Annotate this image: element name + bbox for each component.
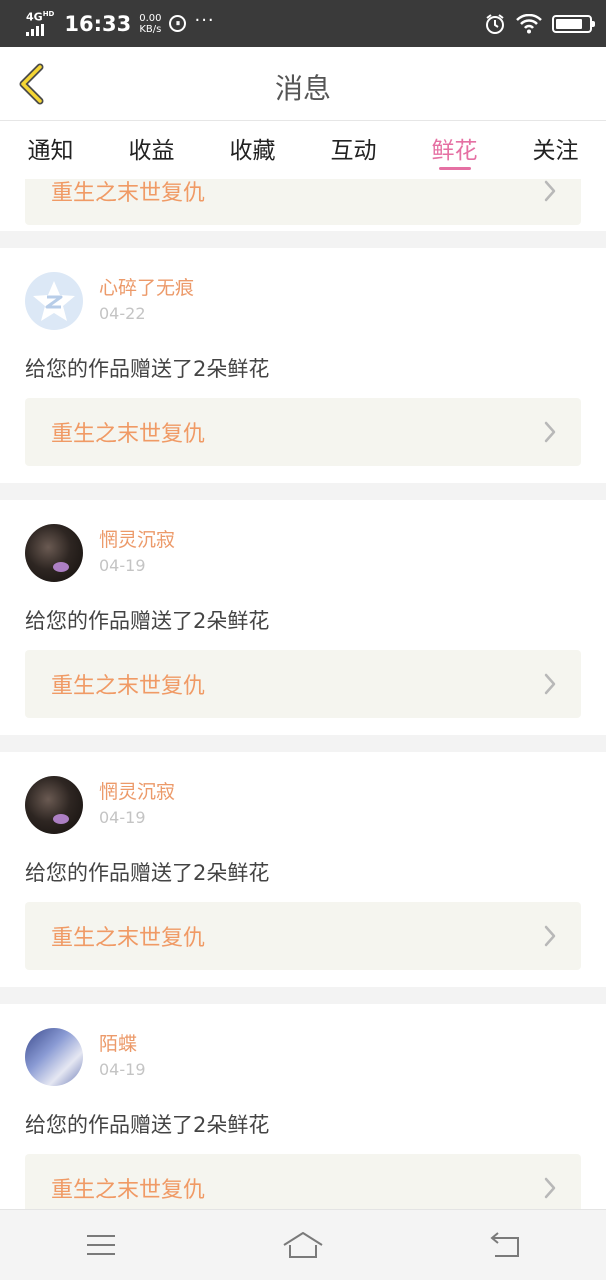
message-date: 04-22 xyxy=(99,304,146,323)
avatar[interactable] xyxy=(25,272,83,330)
battery-icon xyxy=(552,14,595,33)
signal-icon: 4GHD xyxy=(26,11,54,36)
wifi-icon xyxy=(516,13,542,33)
more-notifications-icon: ··· xyxy=(194,9,215,31)
message-date: 04-19 xyxy=(99,808,146,827)
data-saver-icon: ⏸ xyxy=(169,15,187,32)
book-title: 重生之末世复仇 xyxy=(51,1178,206,1203)
message-list[interactable]: 重生之末世复仇 心碎了无痕 04-22 给您的作品赠送了2朵鲜花 重生之末世复仇… xyxy=(0,179,606,1209)
book-title: 重生之末世复仇 xyxy=(51,926,206,951)
username[interactable]: 心碎了无痕 xyxy=(99,276,194,300)
list-item: 惘灵沉寂 04-19 给您的作品赠送了2朵鲜花 重生之末世复仇 xyxy=(0,500,606,735)
back-button[interactable] xyxy=(475,1225,535,1265)
header: 消息 xyxy=(0,47,606,121)
tab-favorites[interactable]: 收藏 xyxy=(202,121,303,179)
list-item: 惘灵沉寂 04-19 给您的作品赠送了2朵鲜花 重生之末世复仇 xyxy=(0,752,606,987)
book-link[interactable]: 重生之末世复仇 xyxy=(25,179,581,225)
tab-follows[interactable]: 关注 xyxy=(505,121,606,179)
message-date: 04-19 xyxy=(99,556,146,575)
chevron-right-icon xyxy=(544,925,556,947)
list-item: 重生之末世复仇 xyxy=(0,179,606,231)
username[interactable]: 陌蝶 xyxy=(99,1032,146,1056)
avatar[interactable] xyxy=(25,524,83,582)
book-title: 重生之末世复仇 xyxy=(51,181,206,206)
qq-star-icon xyxy=(33,281,75,321)
book-title: 重生之末世复仇 xyxy=(51,674,206,699)
tab-bar: 通知 收益 收藏 互动 鲜花 关注 xyxy=(0,121,606,179)
chevron-right-icon xyxy=(544,421,556,443)
page-title: 消息 xyxy=(274,72,331,105)
username[interactable]: 惘灵沉寂 xyxy=(99,528,175,552)
book-link[interactable]: 重生之末世复仇 xyxy=(25,650,581,718)
system-nav-bar xyxy=(0,1209,606,1280)
tab-notifications[interactable]: 通知 xyxy=(0,121,101,179)
username[interactable]: 惘灵沉寂 xyxy=(99,780,175,804)
menu-icon xyxy=(87,1235,115,1255)
message-text: 给您的作品赠送了2朵鲜花 xyxy=(25,609,270,633)
status-time: 16:33 xyxy=(64,11,132,36)
message-text: 给您的作品赠送了2朵鲜花 xyxy=(25,861,270,885)
alarm-icon xyxy=(486,13,504,34)
avatar[interactable] xyxy=(25,1028,83,1086)
book-title: 重生之末世复仇 xyxy=(51,422,206,447)
tab-earnings[interactable]: 收益 xyxy=(101,121,202,179)
status-bar: 4GHD 16:33 0.00 KB/s ⏸ ··· xyxy=(0,0,606,47)
back-icon xyxy=(490,1232,519,1257)
chevron-right-icon xyxy=(544,180,556,202)
home-button[interactable] xyxy=(273,1225,333,1265)
book-link[interactable]: 重生之末世复仇 xyxy=(25,1154,581,1209)
chevron-right-icon xyxy=(544,1177,556,1199)
book-link[interactable]: 重生之末世复仇 xyxy=(25,902,581,970)
message-text: 给您的作品赠送了2朵鲜花 xyxy=(25,357,270,381)
tab-interactions[interactable]: 互动 xyxy=(303,121,404,179)
avatar[interactable] xyxy=(25,776,83,834)
message-date: 04-19 xyxy=(99,1060,146,1079)
tab-flowers[interactable]: 鲜花 xyxy=(404,121,505,179)
list-item: 陌蝶 04-19 给您的作品赠送了2朵鲜花 重生之末世复仇 xyxy=(0,1004,606,1209)
network-speed: 0.00 KB/s xyxy=(139,12,162,35)
menu-button[interactable] xyxy=(71,1225,131,1265)
home-icon xyxy=(283,1232,323,1258)
book-link[interactable]: 重生之末世复仇 xyxy=(25,398,581,466)
list-item: 心碎了无痕 04-22 给您的作品赠送了2朵鲜花 重生之末世复仇 xyxy=(0,248,606,483)
chevron-right-icon xyxy=(544,673,556,695)
message-text: 给您的作品赠送了2朵鲜花 xyxy=(25,1113,270,1137)
